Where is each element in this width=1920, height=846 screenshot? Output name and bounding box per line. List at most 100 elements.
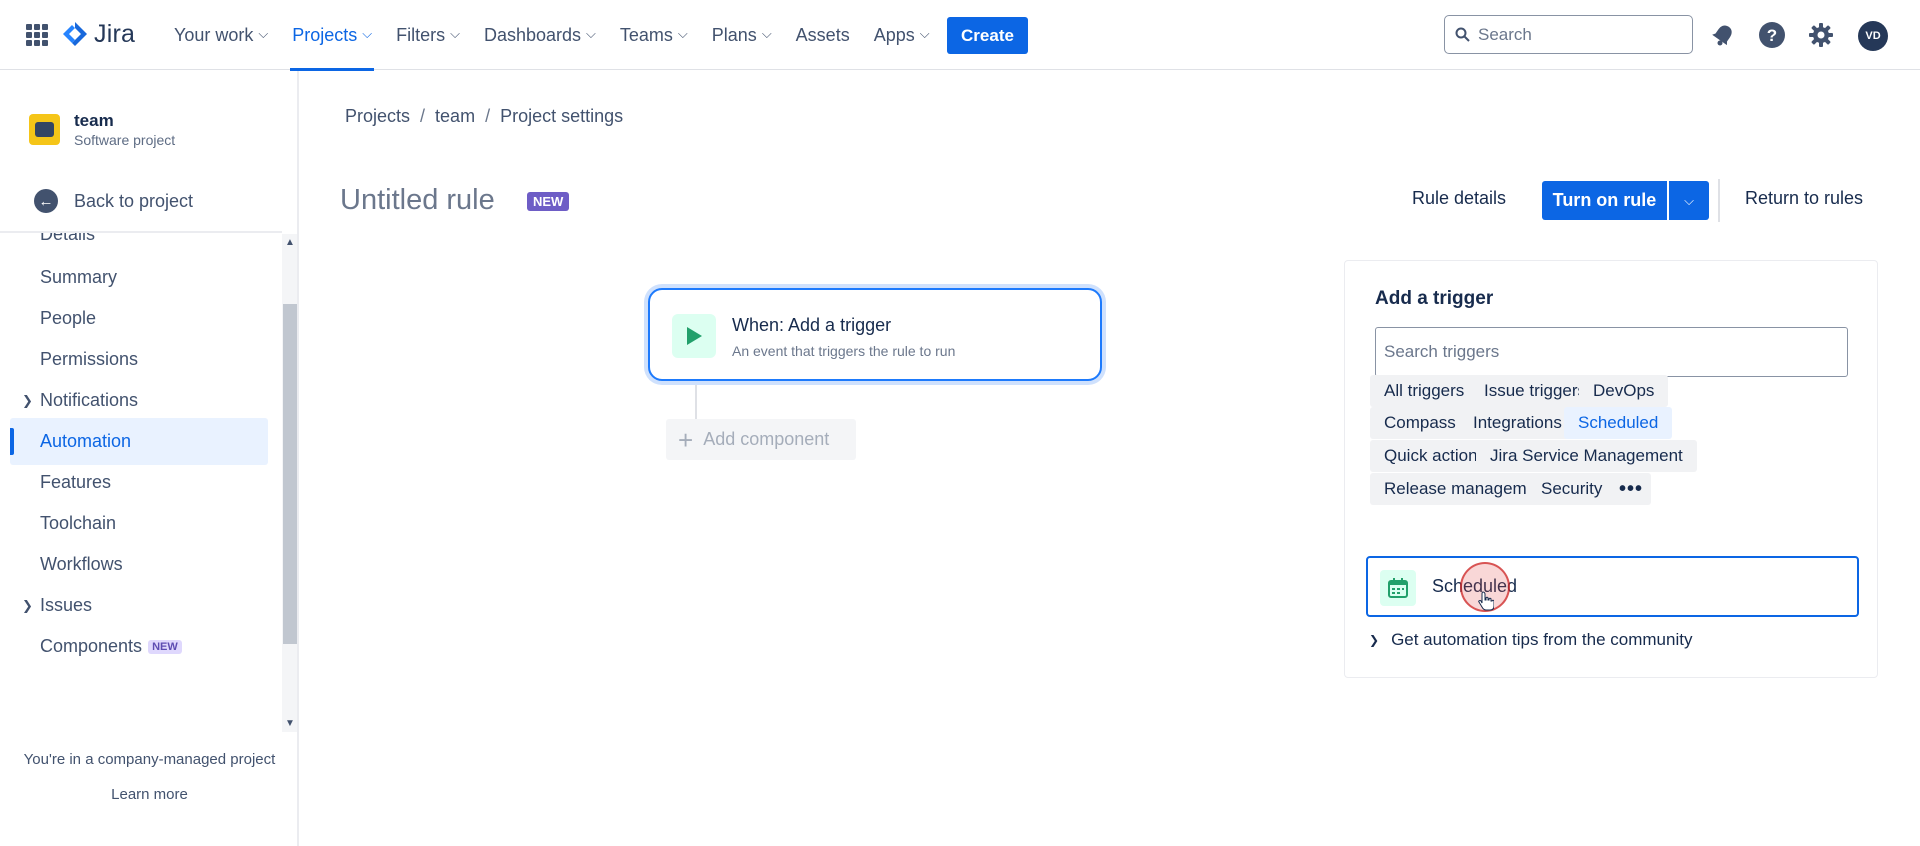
trigger-result-scheduled[interactable]: Scheduled bbox=[1366, 556, 1859, 617]
breadcrumb: Projects / team / Project settings bbox=[345, 106, 623, 127]
user-avatar[interactable]: VD bbox=[1858, 21, 1888, 51]
svg-text:?: ? bbox=[1767, 26, 1777, 45]
chevron-down-icon: ⌵ bbox=[450, 26, 460, 41]
trigger-node-subtitle: An event that triggers the rule to run bbox=[732, 343, 956, 359]
automation-tips-link[interactable]: ❯ Get automation tips from the community bbox=[1369, 630, 1692, 650]
category-chip-devops[interactable]: DevOps bbox=[1579, 375, 1669, 407]
settings-gear-icon[interactable] bbox=[1807, 21, 1835, 49]
scroll-up-icon[interactable]: ▲ bbox=[285, 237, 295, 248]
hand-cursor-icon bbox=[1478, 591, 1494, 611]
sidebar-item-label: Issues bbox=[40, 595, 93, 615]
breadcrumb-separator: / bbox=[485, 106, 491, 126]
trigger-node-title: When: Add a trigger bbox=[732, 315, 892, 335]
back-to-project-link[interactable]: ← Back to project bbox=[34, 189, 193, 213]
sidebar-item-label: Details bbox=[40, 231, 96, 244]
category-chip-security[interactable]: Security bbox=[1527, 473, 1617, 505]
category-chip-integrations[interactable]: Integrations bbox=[1459, 407, 1576, 439]
learn-more-link[interactable]: Learn more bbox=[0, 786, 297, 803]
chevron-down-icon: ⌵ bbox=[919, 26, 930, 41]
nav-item-label: Your work bbox=[174, 24, 254, 45]
breadcrumb-project-settings[interactable]: Project settings bbox=[500, 106, 623, 127]
search-triggers-input[interactable] bbox=[1375, 327, 1848, 377]
chevron-right-icon: ❯ bbox=[1369, 633, 1380, 647]
sidebar-item-features[interactable]: Features bbox=[10, 459, 268, 506]
add-component-label: Add component bbox=[703, 429, 830, 449]
chevron-right-icon: ❯ bbox=[22, 597, 33, 613]
breadcrumb-separator: / bbox=[420, 106, 426, 126]
nav-item-label: Apps bbox=[873, 24, 915, 45]
app-switcher-icon[interactable] bbox=[26, 24, 48, 46]
header-divider bbox=[1718, 179, 1720, 222]
turn-on-options-button[interactable]: ⌵ bbox=[1669, 181, 1709, 220]
sidebar-item-workflows[interactable]: Workflows bbox=[10, 541, 268, 588]
category-chip-compass[interactable]: Compass bbox=[1370, 407, 1470, 439]
breadcrumb-projects[interactable]: Projects bbox=[345, 106, 410, 127]
arrow-left-icon: ← bbox=[34, 189, 58, 213]
chevron-down-icon: ⌵ bbox=[586, 26, 596, 41]
nav-item-teams[interactable]: Teams ⌵ bbox=[608, 0, 700, 70]
search-placeholder: Search bbox=[1478, 24, 1532, 44]
add-component-button[interactable]: + Add component bbox=[666, 419, 856, 460]
sidebar-scrollbar[interactable]: ▲ ▼ bbox=[282, 234, 297, 732]
nav-item-apps[interactable]: Apps ⌵ bbox=[862, 0, 942, 70]
project-sidebar: team Software project ← Back to project … bbox=[0, 71, 299, 846]
return-to-rules-button[interactable]: Return to rules bbox=[1745, 188, 1863, 209]
company-managed-note: You're in a company-managed project bbox=[23, 751, 276, 768]
category-chip-jira-service-management[interactable]: Jira Service Management bbox=[1476, 440, 1697, 472]
sidebar-item-toolchain[interactable]: Toolchain bbox=[10, 500, 268, 547]
back-label: Back to project bbox=[74, 190, 194, 211]
nav-item-projects[interactable]: Projects ⌵ bbox=[280, 0, 384, 71]
rule-title[interactable]: Untitled rule bbox=[340, 184, 495, 217]
sidebar-item-label: People bbox=[40, 308, 97, 328]
play-icon bbox=[672, 314, 716, 358]
nav-item-filters[interactable]: Filters ⌵ bbox=[384, 0, 472, 70]
top-navigation: Jira Your work ⌵ Projects ⌵ Filters ⌵ Dashboar… bbox=[0, 0, 1920, 71]
turn-on-rule-button[interactable]: Turn on rule bbox=[1542, 181, 1667, 220]
chevron-down-icon: ⌵ bbox=[1684, 192, 1694, 208]
primary-nav: Your work ⌵ Projects ⌵ Filters ⌵ Dashboards ⌵ Te… bbox=[162, 0, 942, 71]
project-avatar bbox=[29, 114, 60, 145]
logo-text: Jira bbox=[94, 20, 136, 48]
sidebar-item-label: Toolchain bbox=[40, 513, 117, 533]
sidebar-item-automation[interactable]: Automation bbox=[10, 418, 268, 465]
sidebar-item-summary[interactable]: Summary bbox=[10, 254, 268, 301]
sidebar-item-label: Permissions bbox=[40, 349, 139, 369]
chevron-down-icon: ⌵ bbox=[677, 26, 688, 41]
jira-logo-icon bbox=[63, 21, 87, 46]
nav-item-dashboards[interactable]: Dashboards ⌵ bbox=[472, 0, 608, 70]
chevron-down-icon: ⌵ bbox=[258, 26, 269, 41]
scroll-down-icon[interactable]: ▼ bbox=[285, 718, 295, 729]
notifications-icon[interactable] bbox=[1709, 21, 1737, 49]
create-button[interactable]: Create bbox=[947, 17, 1028, 54]
project-header[interactable]: team Software project bbox=[29, 111, 175, 148]
rule-details-button[interactable]: Rule details bbox=[1412, 188, 1506, 209]
nav-item-label: Projects bbox=[292, 24, 358, 45]
sidebar-item-label: Components bbox=[40, 636, 143, 656]
sidebar-item-components[interactable]: Components NEW bbox=[10, 623, 268, 670]
sidebar-item-issues[interactable]: ❯ Issues bbox=[10, 582, 268, 629]
sidebar-item-label: Workflows bbox=[40, 554, 123, 574]
help-icon[interactable]: ? bbox=[1758, 21, 1786, 49]
breadcrumb-team[interactable]: team bbox=[435, 106, 475, 127]
sidebar-item-notifications[interactable]: ❯ Notifications bbox=[10, 377, 268, 424]
more-categories-button[interactable]: ••• bbox=[1611, 473, 1652, 505]
scrollbar-thumb[interactable] bbox=[283, 304, 297, 644]
nav-item-assets[interactable]: Assets bbox=[784, 0, 862, 70]
category-chip-all-triggers[interactable]: All triggers bbox=[1370, 375, 1479, 407]
sidebar-item-permissions[interactable]: Permissions bbox=[10, 336, 268, 383]
sidebar-item-people[interactable]: People bbox=[10, 295, 268, 342]
trigger-node[interactable]: When: Add a trigger An event that trigge… bbox=[648, 288, 1102, 381]
search-input[interactable]: Search bbox=[1444, 15, 1693, 54]
jira-logo[interactable]: Jira bbox=[62, 20, 135, 49]
nav-item-your-work[interactable]: Your work ⌵ bbox=[162, 0, 280, 70]
node-connector bbox=[695, 385, 697, 419]
sidebar-item-label: Features bbox=[40, 472, 112, 492]
calendar-icon bbox=[1380, 570, 1416, 606]
new-badge: NEW bbox=[148, 639, 182, 654]
nav-item-plans[interactable]: Plans ⌵ bbox=[700, 0, 784, 70]
chevron-down-icon: ⌵ bbox=[761, 26, 772, 41]
chevron-down-icon: ⌵ bbox=[362, 26, 373, 41]
nav-item-label: Assets bbox=[795, 24, 850, 45]
search-icon bbox=[1455, 27, 1470, 42]
category-chip-scheduled[interactable]: Scheduled bbox=[1564, 407, 1673, 439]
